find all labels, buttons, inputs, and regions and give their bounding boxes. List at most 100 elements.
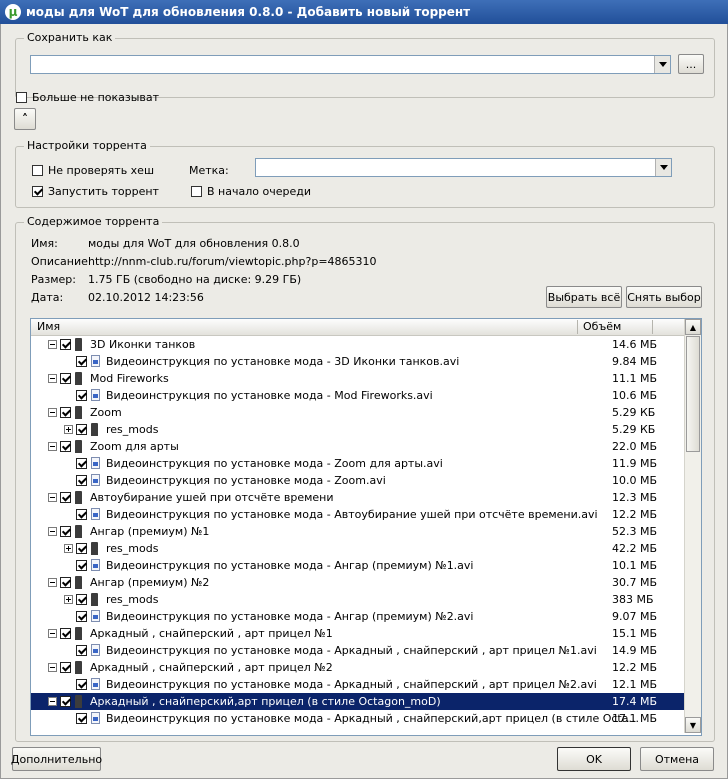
skip-hash-checkbox[interactable] (32, 165, 43, 176)
start-torrent-checkbox[interactable] (32, 186, 43, 197)
row-name: res_mods (106, 593, 159, 606)
cancel-button[interactable]: Отмена (640, 747, 714, 771)
scroll-down-button[interactable]: ▼ (685, 717, 701, 733)
row-checkbox[interactable] (60, 696, 71, 707)
row-checkbox[interactable] (76, 594, 87, 605)
tree-row[interactable]: Zoom 5.29 КБ (31, 404, 684, 421)
tree-row[interactable]: Видеоинструкция по установке мода - Арка… (31, 676, 684, 693)
row-checkbox[interactable] (60, 577, 71, 588)
row-checkbox[interactable] (76, 458, 87, 469)
deselect-all-button[interactable]: Снять выбор (626, 286, 702, 308)
label-dropdown-icon[interactable] (655, 159, 671, 176)
collapse-icon[interactable] (48, 340, 57, 349)
row-name: Видеоинструкция по установке мода - Анга… (106, 610, 474, 623)
row-checkbox[interactable] (76, 713, 87, 724)
scroll-up-button[interactable]: ▲ (685, 319, 701, 335)
row-size: 10.0 МБ (612, 474, 658, 487)
tree-row[interactable]: res_mods 5.29 КБ (31, 421, 684, 438)
collapse-icon[interactable] (48, 493, 57, 502)
browse-button[interactable]: ... (678, 54, 704, 74)
row-checkbox[interactable] (76, 645, 87, 656)
row-checkbox[interactable] (76, 390, 87, 401)
row-size: 52.3 МБ (612, 525, 658, 538)
tree-row[interactable]: Ангар (премиум) №1 52.3 МБ (31, 523, 684, 540)
tree-row[interactable]: res_mods 383 МБ (31, 591, 684, 608)
tree-row[interactable]: Видеоинструкция по установке мода - Авто… (31, 506, 684, 523)
expand-icon[interactable] (64, 595, 73, 604)
tree-row[interactable]: Аркадный , снайперский , арт прицел №2 12… (31, 659, 684, 676)
file-tree[interactable]: Имя Объём 3D Иконки танков 14.6 МБ Видеоин… (30, 318, 702, 736)
collapse-icon[interactable] (48, 374, 57, 383)
row-checkbox[interactable] (76, 475, 87, 486)
tree-row[interactable]: Аркадный , снайперский,арт прицел (в сти… (31, 693, 684, 710)
dont-show-checkbox[interactable] (16, 92, 27, 103)
tree-row[interactable]: Видеоинструкция по установке мода - 3D И… (31, 353, 684, 370)
column-separator[interactable] (577, 320, 578, 334)
row-checkbox[interactable] (76, 424, 87, 435)
row-checkbox[interactable] (60, 407, 71, 418)
row-checkbox[interactable] (60, 662, 71, 673)
row-size: 10.6 МБ (612, 389, 658, 402)
save-path-dropdown-icon[interactable] (654, 56, 670, 73)
folder-icon (75, 627, 82, 640)
tree-row[interactable]: Ангар (премиум) №2 30.7 МБ (31, 574, 684, 591)
tree-row[interactable]: Видеоинструкция по установке мода - Арка… (31, 642, 684, 659)
advanced-button[interactable]: Дополнительно (11, 747, 102, 771)
row-checkbox[interactable] (60, 628, 71, 639)
folder-icon (75, 372, 82, 385)
folder-icon (75, 440, 82, 453)
select-all-button[interactable]: Выбрать всё (546, 286, 622, 308)
row-checkbox[interactable] (76, 356, 87, 367)
column-name-header[interactable]: Имя (37, 320, 60, 333)
row-checkbox[interactable] (60, 492, 71, 503)
row-size: 9.84 МБ (612, 355, 658, 368)
tree-row[interactable]: 3D Иконки танков 14.6 МБ (31, 336, 684, 353)
save-path-combo[interactable] (30, 55, 671, 74)
tree-row[interactable]: Mod Fireworks 11.1 МБ (31, 370, 684, 387)
row-name: Zoom (90, 406, 122, 419)
expand-icon[interactable] (64, 544, 73, 553)
row-checkbox[interactable] (60, 441, 71, 452)
desc-key: Описание (31, 255, 88, 268)
collapse-button[interactable]: ˄ (14, 108, 36, 130)
collapse-icon[interactable] (48, 408, 57, 417)
row-checkbox[interactable] (60, 373, 71, 384)
tree-row[interactable]: Видеоинструкция по установке мода - Анга… (31, 608, 684, 625)
tree-row[interactable]: Видеоинструкция по установке мода - Mod … (31, 387, 684, 404)
row-size: 9.07 МБ (612, 610, 658, 623)
column-separator[interactable] (652, 320, 653, 334)
collapse-icon[interactable] (48, 442, 57, 451)
row-checkbox[interactable] (76, 543, 87, 554)
collapse-icon[interactable] (48, 663, 57, 672)
row-size: 5.29 КБ (612, 423, 656, 436)
tree-row[interactable]: res_mods 42.2 МБ (31, 540, 684, 557)
tree-row[interactable]: Аркадный , снайперский , арт прицел №1 15… (31, 625, 684, 642)
tree-row[interactable]: Видеоинструкция по установке мода - Анга… (31, 557, 684, 574)
size-value: 1.75 ГБ (свободно на диске: 9.29 ГБ) (88, 273, 302, 286)
tree-row[interactable]: Видеоинструкция по установке мода - Zoom… (31, 472, 684, 489)
scroll-thumb[interactable] (686, 336, 700, 452)
row-checkbox[interactable] (76, 509, 87, 520)
tree-row[interactable]: Видеоинструкция по установке мода - Zoom… (31, 455, 684, 472)
row-checkbox[interactable] (60, 526, 71, 537)
tree-row[interactable]: Zoom для арты 22.0 МБ (31, 438, 684, 455)
window-title: моды для WoT для обновления 0.8.0 - Доба… (26, 5, 471, 19)
collapse-icon[interactable] (48, 527, 57, 536)
tree-row[interactable]: Автоубирание ушей при отсчёте времени 12.… (31, 489, 684, 506)
row-checkbox[interactable] (60, 339, 71, 350)
expand-icon[interactable] (64, 425, 73, 434)
collapse-icon[interactable] (48, 578, 57, 587)
label-combo[interactable] (255, 158, 672, 177)
ok-button[interactable]: OK (557, 747, 631, 771)
collapse-icon[interactable] (48, 629, 57, 638)
vertical-scrollbar[interactable]: ▲ ▼ (684, 319, 701, 733)
file-icon (91, 610, 100, 622)
tree-row[interactable]: Видеоинструкция по установке мода - Арка… (31, 710, 684, 727)
column-size-header[interactable]: Объём (583, 320, 621, 333)
collapse-icon[interactable] (48, 697, 57, 706)
queue-top-checkbox[interactable] (191, 186, 202, 197)
row-checkbox[interactable] (76, 611, 87, 622)
row-name: Ангар (премиум) №2 (90, 576, 210, 589)
row-checkbox[interactable] (76, 679, 87, 690)
row-checkbox[interactable] (76, 560, 87, 571)
